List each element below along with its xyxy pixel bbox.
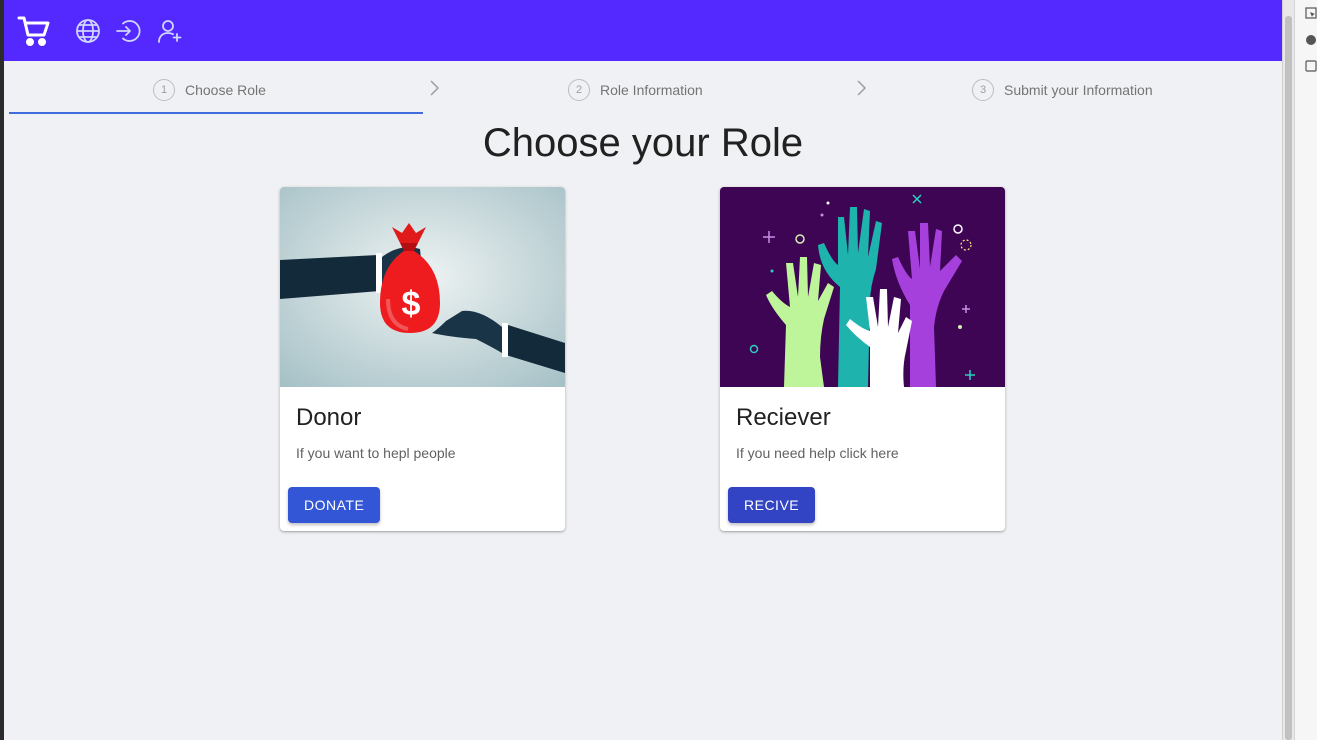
step-number: 1 (153, 79, 175, 101)
reciever-card: Reciever If you need help click here REC… (720, 187, 1005, 531)
checkbox-icon[interactable] (1305, 60, 1317, 72)
side-panel (1294, 0, 1317, 740)
card-description: If you want to hepl people (296, 445, 456, 461)
step-label: Role Information (600, 82, 703, 98)
step-label: Submit your Information (1004, 82, 1153, 98)
login-icon[interactable] (114, 14, 142, 48)
step-submit-information[interactable]: 3 Submit your Information (972, 66, 1153, 114)
step-number: 2 (568, 79, 590, 101)
record-icon[interactable] (1305, 34, 1317, 46)
step-label: Choose Role (185, 82, 266, 98)
donate-button[interactable]: DONATE (288, 487, 381, 523)
receive-button[interactable]: RECIVE (728, 487, 816, 523)
stepper: 1 Choose Role 2 Role Information 3 Submi… (9, 66, 1282, 114)
globe-icon[interactable] (74, 14, 102, 48)
chevron-right-icon (430, 80, 440, 96)
step-role-information[interactable]: 2 Role Information (568, 66, 703, 114)
add-user-icon[interactable] (156, 14, 184, 48)
vertical-scrollbar[interactable] (1282, 0, 1294, 740)
svg-text:$: $ (402, 285, 421, 323)
cart-icon[interactable] (16, 14, 52, 48)
select-element-icon[interactable] (1305, 7, 1317, 19)
chevron-right-icon (857, 80, 867, 96)
app: 1 Choose Role 2 Role Information 3 Submi… (4, 0, 1282, 740)
reciever-image (720, 187, 1005, 387)
page-title: Choose your Role (482, 121, 804, 165)
donor-image: $ (280, 187, 565, 387)
donor-card: $ Donor If you want to hepl people DONAT… (280, 187, 565, 531)
card-title: Reciever (736, 404, 831, 431)
scrollbar-thumb[interactable] (1285, 16, 1292, 740)
active-step-indicator (9, 112, 423, 114)
top-navbar (4, 0, 1282, 61)
step-number: 3 (972, 79, 994, 101)
card-title: Donor (296, 404, 362, 431)
step-choose-role[interactable]: 1 Choose Role (153, 66, 266, 114)
card-description: If you need help click here (736, 445, 899, 461)
